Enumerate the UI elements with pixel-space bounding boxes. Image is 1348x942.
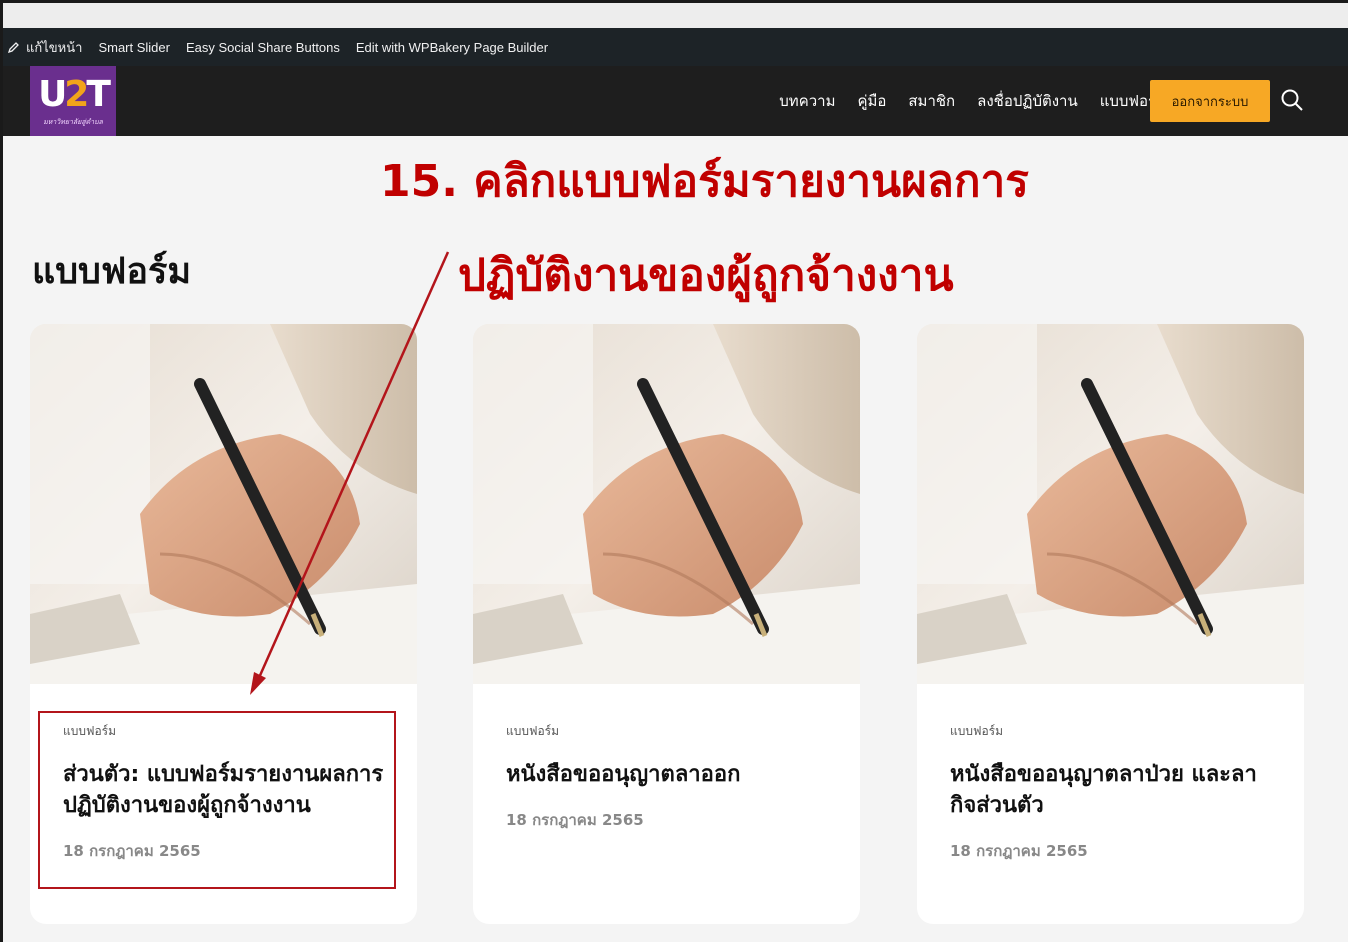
annotation-text-line2: ปฏิบัติงานของผู้ถูกจ้างงาน — [458, 250, 954, 301]
card-category[interactable]: แบบฟอร์ม — [506, 722, 832, 741]
annotation-highlight-box — [38, 711, 396, 889]
logout-button[interactable]: ออกจากระบบ — [1150, 80, 1270, 122]
logo-mark: U2T — [38, 73, 111, 115]
card-date: 18 กรกฎาคม 2565 — [506, 811, 644, 829]
main-nav: บทความ คู่มือ สมาชิก ลงชื่อปฏิบัติงาน แบ… — [779, 66, 1166, 136]
pencil-icon — [8, 42, 19, 53]
nav-item-members[interactable]: สมาชิก — [908, 89, 955, 113]
card-title[interactable]: หนังสือขออนุญาตลาป่วย และลากิจส่วนตัว — [950, 759, 1276, 821]
search-icon[interactable] — [1280, 88, 1304, 112]
admin-smart-slider[interactable]: Smart Slider — [98, 40, 170, 55]
post-card[interactable]: แบบฟอร์ม หนังสือขออนุญาตลาป่วย และลากิจส… — [917, 324, 1304, 924]
card-date: 18 กรกฎาคม 2565 — [950, 842, 1088, 860]
card-category[interactable]: แบบฟอร์ม — [950, 722, 1276, 741]
card-image-writing-hand — [30, 324, 417, 684]
logo-subtitle: มหาวิทยาลัยสู่ตำบล — [43, 117, 103, 126]
admin-wpbakery[interactable]: Edit with WPBakery Page Builder — [356, 40, 548, 55]
site-header: U2T มหาวิทยาลัยสู่ตำบล บทความ คู่มือ สมา… — [0, 66, 1348, 136]
card-image-writing-hand — [917, 324, 1304, 684]
admin-edit-page[interactable]: แก้ไขหน้า — [8, 37, 82, 58]
wp-admin-bar: แก้ไขหน้า Smart Slider Easy Social Share… — [0, 28, 1348, 66]
site-logo[interactable]: U2T มหาวิทยาลัยสู่ตำบล — [30, 66, 116, 136]
nav-item-checkin[interactable]: ลงชื่อปฏิบัติงาน — [977, 89, 1078, 113]
card-title[interactable]: หนังสือขออนุญาตลาออก — [506, 759, 832, 790]
nav-item-articles[interactable]: บทความ — [779, 89, 835, 113]
card-image-writing-hand — [473, 324, 860, 684]
admin-easy-social[interactable]: Easy Social Share Buttons — [186, 40, 340, 55]
post-card[interactable]: แบบฟอร์ม หนังสือขออนุญาตลาออก 18 กรกฎาคม… — [473, 324, 860, 924]
admin-edit-page-label: แก้ไขหน้า — [26, 39, 83, 55]
page-title: แบบฟอร์ม — [32, 251, 192, 292]
annotation-text-line1: 15. คลิกแบบฟอร์มรายงานผลการ — [380, 156, 1029, 207]
nav-item-manual[interactable]: คู่มือ — [857, 89, 886, 113]
window-top-strip — [0, 0, 1348, 28]
